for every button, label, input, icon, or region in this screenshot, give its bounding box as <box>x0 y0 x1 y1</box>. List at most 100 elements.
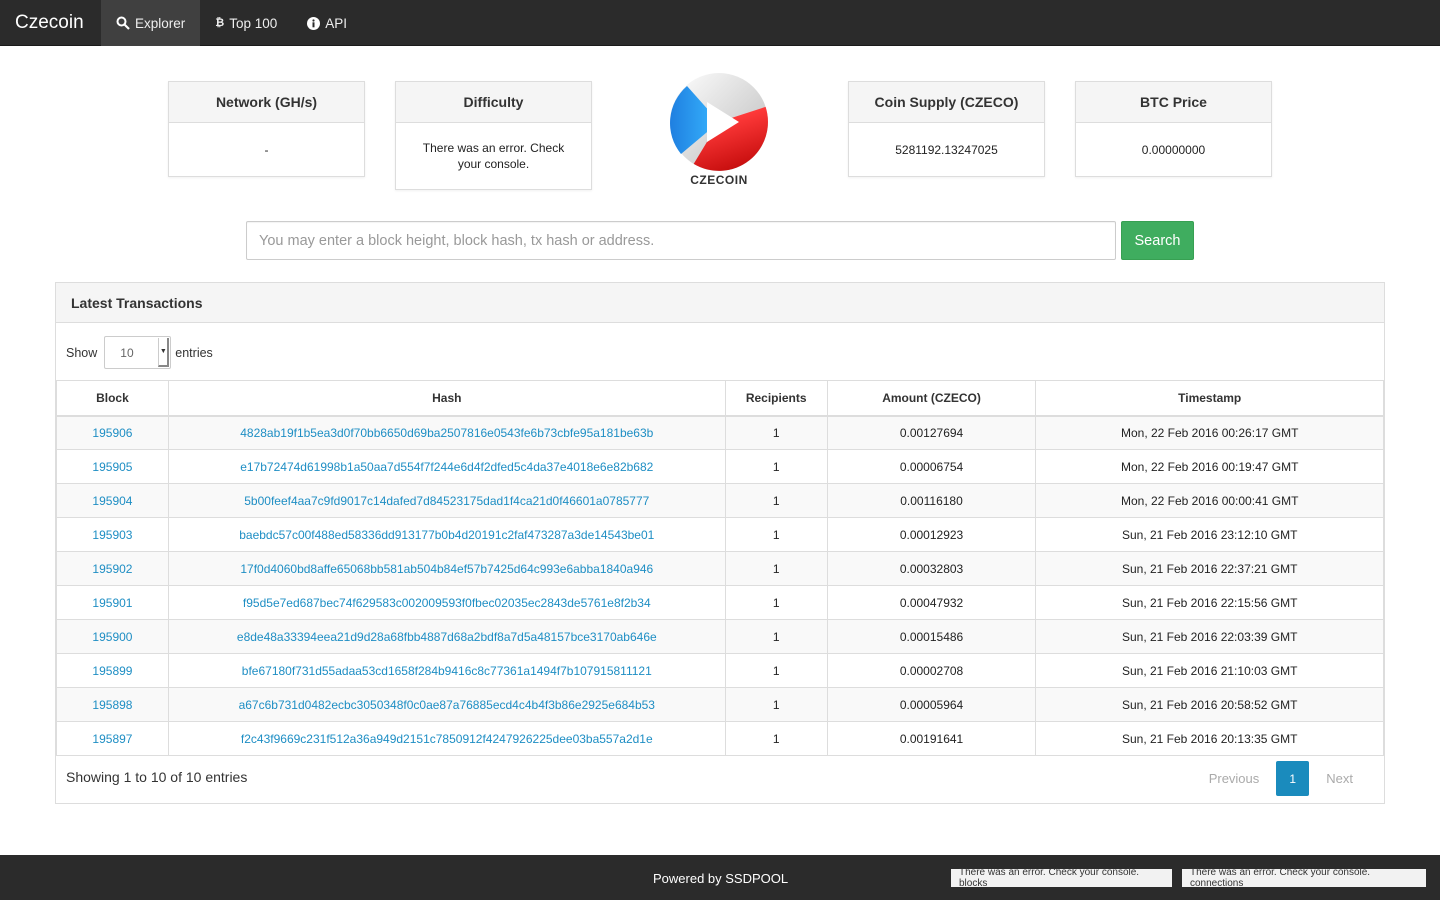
table-row: 195901 f95d5e7ed687bec74f629583c002009593… <box>56 585 1384 620</box>
brand-logo[interactable]: Czecoin <box>0 0 101 46</box>
cell-block[interactable]: 195897 <box>56 721 169 756</box>
connections-badge: There was an error. Check your console. … <box>1182 867 1426 889</box>
page-length-value: 10 <box>120 345 134 360</box>
cell-recipients: 1 <box>724 551 828 586</box>
cell-block[interactable]: 195901 <box>56 585 169 620</box>
cell-timestamp: Sun, 21 Feb 2016 20:58:52 GMT <box>1035 687 1384 722</box>
pagination-next[interactable]: Next <box>1309 771 1370 786</box>
nav-explorer[interactable]: Explorer <box>101 0 201 46</box>
cell-recipients: 1 <box>724 687 828 722</box>
blocks-badge: There was an error. Check your console. … <box>951 867 1172 889</box>
cell-block[interactable]: 195906 <box>56 415 169 450</box>
stat-difficulty-value: There was an error. Check your console. <box>422 141 565 171</box>
cell-hash[interactable]: e17b72474d61998b1a50aa7d554f7f244e6d4f2d… <box>167 449 726 484</box>
cell-timestamp: Sun, 21 Feb 2016 20:13:35 GMT <box>1035 721 1384 756</box>
stat-network-title: Network (GH/s) <box>169 82 364 123</box>
cell-timestamp: Mon, 22 Feb 2016 00:26:17 GMT <box>1035 415 1384 450</box>
page-length-select[interactable]: 10 ▼ <box>104 336 172 369</box>
table-row: 195904 5b00feef4aa7c9fd9017c14dafed7d8452… <box>56 483 1384 518</box>
cell-block[interactable]: 195905 <box>56 449 169 484</box>
pagination: Previous 1 Next <box>1192 761 1370 796</box>
entries-label: entries <box>175 345 213 360</box>
cell-recipients: 1 <box>724 415 828 450</box>
cell-timestamp: Mon, 22 Feb 2016 00:19:47 GMT <box>1035 449 1384 484</box>
cell-recipients: 1 <box>724 721 828 756</box>
table-row: 195902 17f0d4060bd8affe65068bb581ab504b84… <box>56 551 1384 586</box>
cell-block[interactable]: 195899 <box>56 653 169 688</box>
stat-difficulty: Difficulty There was an error. Check you… <box>395 81 592 190</box>
cell-amount: 0.00127694 <box>826 415 1037 450</box>
search-button[interactable]: Search <box>1121 221 1194 260</box>
panel-title: Latest Transactions <box>56 283 1384 323</box>
cell-amount: 0.00015486 <box>826 619 1037 654</box>
cell-hash[interactable]: 4828ab19f1b5ea3d0f70bb6650d69ba2507816e0… <box>167 415 726 450</box>
col-recipients[interactable]: Recipients <box>724 380 828 417</box>
cell-hash[interactable]: a67c6b731d0482ecbc3050348f0c0ae87a76885e… <box>167 687 726 722</box>
cell-block[interactable]: 195903 <box>56 517 169 552</box>
cell-hash[interactable]: f2c43f9669c231f512a36a949d2151c7850912f4… <box>167 721 726 756</box>
cell-timestamp: Mon, 22 Feb 2016 00:00:41 GMT <box>1035 483 1384 518</box>
stat-btc-price-value: 0.00000000 <box>1141 142 1206 157</box>
cell-timestamp: Sun, 21 Feb 2016 22:37:21 GMT <box>1035 551 1384 586</box>
cell-timestamp: Sun, 21 Feb 2016 21:10:03 GMT <box>1035 653 1384 688</box>
pagination-page-1[interactable]: 1 <box>1276 761 1310 796</box>
cell-recipients: 1 <box>724 585 828 620</box>
table-row: 195905 e17b72474d61998b1a50aa7d554f7f244e… <box>56 449 1384 484</box>
nav-top100[interactable]: ₿ Top 100 <box>200 0 292 46</box>
cell-amount: 0.00191641 <box>826 721 1037 756</box>
cell-amount: 0.00006754 <box>826 449 1037 484</box>
cell-block[interactable]: 195902 <box>56 551 169 586</box>
nav-api[interactable]: API <box>292 0 362 46</box>
col-amount[interactable]: Amount (CZECO) <box>826 380 1037 417</box>
cell-timestamp: Sun, 21 Feb 2016 22:15:56 GMT <box>1035 585 1384 620</box>
nav-api-label: API <box>325 15 348 31</box>
logo-text: CZECOIN <box>690 173 748 187</box>
cell-amount: 0.00012923 <box>826 517 1037 552</box>
transactions-table: Block Hash Recipients Amount (CZECO) Tim… <box>56 380 1384 756</box>
col-timestamp[interactable]: Timestamp <box>1035 380 1384 417</box>
chevron-down-icon: ▼ <box>158 338 170 367</box>
cell-hash[interactable]: baebdc57c00f488ed58336dd913177b0b4d20191… <box>167 517 726 552</box>
table-row: 195900 e8de48a33394eea21d9d28a68fbb4887d6… <box>56 619 1384 654</box>
stat-supply: Coin Supply (CZECO) 5281192.13247025 <box>848 81 1045 177</box>
cell-timestamp: Sun, 21 Feb 2016 22:03:39 GMT <box>1035 619 1384 654</box>
table-info: Showing 1 to 10 of 10 entries <box>66 769 248 785</box>
table-row: 195898 a67c6b731d0482ecbc3050348f0c0ae87a… <box>56 687 1384 722</box>
cell-recipients: 1 <box>724 653 828 688</box>
stat-network-value: - <box>264 142 269 157</box>
stat-btc-price: BTC Price 0.00000000 <box>1075 81 1272 177</box>
stat-network: Network (GH/s) - <box>168 81 365 177</box>
cell-amount: 0.00116180 <box>826 483 1037 518</box>
table-header-row: Block Hash Recipients Amount (CZECO) Tim… <box>56 380 1384 417</box>
cell-hash[interactable]: f95d5e7ed687bec74f629583c002009593f0fbec… <box>167 585 726 620</box>
pagination-previous[interactable]: Previous <box>1192 771 1277 786</box>
cell-recipients: 1 <box>724 449 828 484</box>
table-row: 195903 baebdc57c00f488ed58336dd913177b0b4… <box>56 517 1384 552</box>
cell-block[interactable]: 195904 <box>56 483 169 518</box>
col-block[interactable]: Block <box>56 380 169 417</box>
bitcoin-icon: ₿ <box>215 17 225 29</box>
cell-amount: 0.00032803 <box>826 551 1037 586</box>
czecoin-logo: CZECOIN <box>669 72 769 190</box>
info-icon <box>307 16 321 30</box>
navbar: Czecoin Explorer ₿ Top 100 API <box>0 0 1440 46</box>
cell-hash[interactable]: e8de48a33394eea21d9d28a68fbb4887d68a2bdf… <box>167 619 726 654</box>
cell-recipients: 1 <box>724 517 828 552</box>
cell-timestamp: Sun, 21 Feb 2016 23:12:10 GMT <box>1035 517 1384 552</box>
cell-hash[interactable]: 5b00feef4aa7c9fd9017c14dafed7d84523175da… <box>167 483 726 518</box>
search-input[interactable] <box>246 221 1116 260</box>
cell-hash[interactable]: 17f0d4060bd8affe65068bb581ab504b84ef57b7… <box>167 551 726 586</box>
cell-amount: 0.00047932 <box>826 585 1037 620</box>
nav-top100-label: Top 100 <box>229 15 278 31</box>
cell-hash[interactable]: bfe67180f731d55adaa53cd1658f284b9416c8c7… <box>167 653 726 688</box>
stat-supply-title: Coin Supply (CZECO) <box>849 82 1044 123</box>
table-row: 195899 bfe67180f731d55adaa53cd1658f284b94… <box>56 653 1384 688</box>
stat-supply-value: 5281192.13247025 <box>895 142 998 157</box>
cell-block[interactable]: 195898 <box>56 687 169 722</box>
table-row: 195906 4828ab19f1b5ea3d0f70bb6650d69ba250… <box>56 415 1384 450</box>
cell-block[interactable]: 195900 <box>56 619 169 654</box>
page-length-control: Show 10 ▼ entries <box>66 336 213 369</box>
cell-recipients: 1 <box>724 619 828 654</box>
col-hash[interactable]: Hash <box>167 380 726 417</box>
search-icon <box>116 16 130 30</box>
